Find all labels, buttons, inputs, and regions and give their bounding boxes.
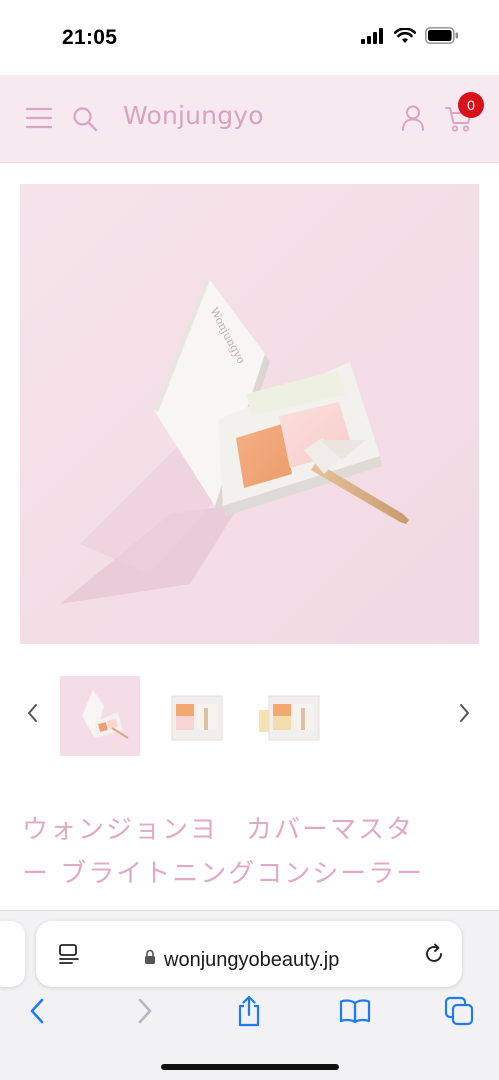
- thumbnail-image: [160, 676, 240, 756]
- status-bar: 21:05: [0, 0, 499, 75]
- forward-icon: [138, 998, 152, 1024]
- user-icon[interactable]: [401, 105, 425, 131]
- tabs-button[interactable]: [434, 991, 484, 1031]
- browser-toolbar: wonjungyobeauty.jp: [0, 910, 499, 1080]
- signal-icon: [361, 27, 383, 44]
- previous-tab-preview[interactable]: [0, 921, 25, 987]
- share-icon: [238, 995, 260, 1027]
- url-text[interactable]: wonjungyobeauty.jp: [164, 949, 339, 972]
- bookmarks-icon: [339, 999, 371, 1024]
- thumbnail-1[interactable]: [60, 676, 140, 756]
- hero-product-image[interactable]: Wonjungyo: [20, 184, 479, 644]
- reader-icon[interactable]: [58, 943, 80, 965]
- back-button[interactable]: [12, 991, 62, 1031]
- chevron-right-icon[interactable]: [458, 702, 472, 724]
- address-bar[interactable]: wonjungyobeauty.jp: [36, 921, 462, 987]
- thumbnail-carousel: [0, 672, 499, 758]
- cart-count-badge[interactable]: 0: [458, 92, 484, 118]
- thumbnail-image: [60, 676, 140, 756]
- search-icon[interactable]: [72, 106, 98, 132]
- back-icon: [30, 998, 44, 1024]
- share-button[interactable]: [224, 991, 274, 1031]
- thumbnail-image: [255, 676, 335, 756]
- lock-icon: [145, 949, 155, 964]
- thumbnail-3[interactable]: [255, 676, 335, 756]
- thumbnail-2[interactable]: [160, 676, 240, 756]
- battery-icon: [425, 27, 458, 44]
- brand-logo[interactable]: Wonjungyo: [123, 101, 264, 130]
- hamburger-icon[interactable]: [26, 107, 52, 129]
- forward-button[interactable]: [120, 991, 170, 1031]
- tabs-icon: [444, 996, 474, 1026]
- status-icons: [361, 27, 459, 44]
- site-header: Wonjungyo: [0, 75, 499, 163]
- bookmarks-button[interactable]: [330, 991, 380, 1031]
- product-title: ウォンジョンヨ カバーマスタ ー ブライトニングコンシーラー: [22, 808, 482, 896]
- product-title-line-2: ー ブライトニングコンシーラー: [22, 859, 425, 889]
- status-time: 21:05: [62, 26, 118, 49]
- wifi-icon: [394, 27, 416, 43]
- concealer-palette-photo: Wonjungyo: [20, 184, 479, 644]
- product-title-line-1: ウォンジョンヨ カバーマスタ: [22, 815, 415, 845]
- page: 21:05 Wonjungyo 0 Wonjungyo ウォンジョンヨ カバーマ…: [0, 0, 499, 1080]
- home-indicator: [161, 1064, 339, 1070]
- chevron-left-icon[interactable]: [25, 702, 39, 724]
- reload-icon[interactable]: [423, 943, 445, 965]
